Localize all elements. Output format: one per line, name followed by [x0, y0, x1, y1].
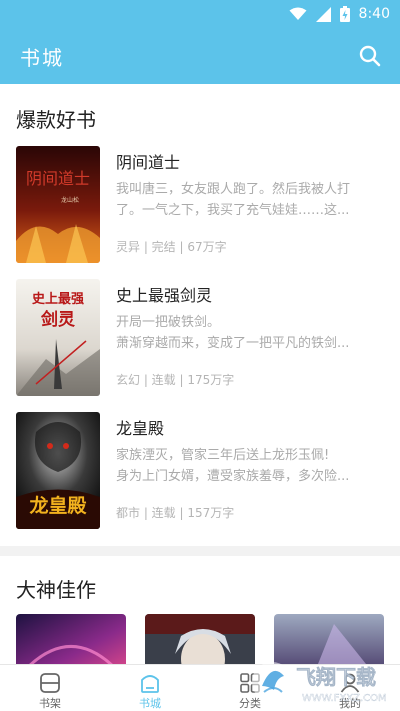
book-title[interactable]: 阴间道士 — [116, 149, 180, 173]
book-description-line: 开局一把破铁剑。 — [116, 315, 221, 330]
search-icon — [359, 45, 381, 67]
nav-label: 书架 — [39, 697, 61, 710]
book-cover[interactable]: 史上最强 剑灵 — [16, 279, 100, 396]
cover-author-text: 龙山松 — [61, 196, 79, 204]
watermark-text: 飞翔下载 — [296, 665, 376, 689]
status-time: 8:40 — [358, 6, 390, 22]
cover-title-text: 阴间道士 — [26, 169, 90, 188]
nav-item-bookstore[interactable]: 书城 — [100, 665, 200, 711]
book-description-line: 我叫唐三，女友跟人跑了。然后我被人打 — [116, 182, 351, 197]
cover-title-text: 史上最强 — [32, 291, 84, 307]
section-title-masters: 大神佳作 — [16, 578, 96, 602]
book-description: 家族湮灭，管家三年后送上龙形玉佩! 身为上门女婿，遭受家族羞辱，多次险... — [116, 445, 382, 487]
watermark-url: WWW.FXXZ.COM — [302, 693, 387, 704]
book-cover[interactable]: 阴间道士 龙山松 — [16, 146, 100, 263]
book-description-line: 了。一气之下，我买了充气娃娃……这... — [116, 203, 350, 218]
search-button[interactable] — [358, 44, 382, 68]
book-description-line: 身为上门女婿，遭受家族羞辱，多次险... — [116, 469, 350, 484]
app-bar: 书城 — [0, 28, 400, 84]
book-description-line: 萧渐穿越而来，变成了一把平凡的铁剑... — [116, 336, 350, 351]
featured-book-cover[interactable] — [145, 614, 255, 664]
book-meta: 玄幻 | 连载 | 175万字 — [116, 373, 235, 387]
book-cover[interactable]: 龙皇殿 — [16, 412, 100, 529]
signal-icon — [315, 6, 331, 22]
nav-label: 书城 — [139, 697, 161, 710]
cover-title-text: 龙皇殿 — [29, 494, 87, 517]
book-title[interactable]: 龙皇殿 — [116, 415, 164, 439]
book-description: 开局一把破铁剑。 萧渐穿越而来，变成了一把平凡的铁剑... — [116, 312, 382, 354]
book-title[interactable]: 史上最强剑灵 — [116, 282, 212, 306]
nav-item-bookshelf[interactable]: 书架 — [0, 665, 100, 711]
section-divider — [0, 546, 400, 556]
book-meta: 灵异 | 完结 | 67万字 — [116, 240, 227, 254]
wifi-icon — [289, 7, 307, 20]
watermark-logo: 飞翔下载 WWW.FXXZ.COM — [250, 656, 395, 708]
book-description: 我叫唐三，女友跟人跑了。然后我被人打 了。一气之下，我买了充气娃娃……这... — [116, 179, 382, 221]
bookstore-icon — [141, 675, 159, 693]
featured-book-cover[interactable] — [16, 614, 126, 664]
status-bar: 8:40 — [0, 0, 400, 28]
battery-icon — [339, 6, 350, 22]
section-title-hot: 爆款好书 — [16, 108, 96, 132]
book-meta: 都市 | 连载 | 157万字 — [116, 506, 235, 520]
book-description-line: 家族湮灭，管家三年后送上龙形玉佩! — [116, 448, 330, 463]
book-item[interactable]: 阴间道士 龙山松 阴间道士 我叫唐三，女友跟人跑了。然后我被人打 了。一气之下，… — [0, 146, 400, 266]
book-item[interactable]: 龙皇殿 龙皇殿 家族湮灭，管家三年后送上龙形玉佩! 身为上门女婿，遭受家族羞辱，… — [0, 412, 400, 532]
page-title: 书城 — [20, 46, 64, 70]
cover-title-text: 剑灵 — [40, 309, 76, 330]
book-item[interactable]: 史上最强 剑灵 史上最强剑灵 开局一把破铁剑。 萧渐穿越而来，变成了一把平凡的铁… — [0, 279, 400, 399]
bookshelf-icon — [40, 673, 60, 693]
bookstore-content[interactable]: 爆款好书 阴间道士 龙山松 阴间道士 我叫唐三，女友跟人跑了。然后我被人打 了。… — [0, 84, 400, 664]
